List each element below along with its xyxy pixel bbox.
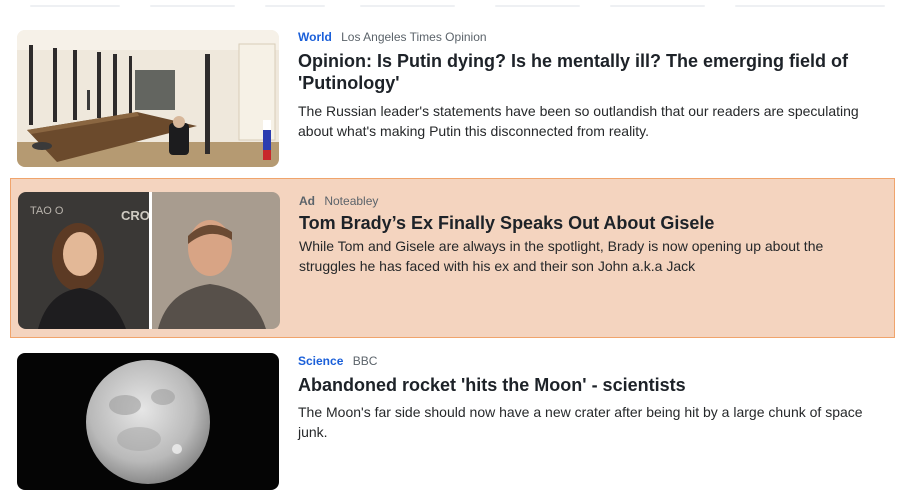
ad-headline[interactable]: Tom Brady’s Ex Finally Speaks Out About …: [299, 212, 859, 234]
category-link[interactable]: World: [298, 30, 332, 44]
article-headline[interactable]: Opinion: Is Putin dying? Is he mentally …: [298, 50, 858, 94]
news-item-putin[interactable]: World Los Angeles Times Opinion Opinion:…: [10, 24, 895, 174]
moon-image: [17, 353, 279, 490]
portraits-image: TAO O CROW: [18, 192, 280, 329]
source-label: Noteabley: [324, 194, 379, 208]
ad-thumbnail[interactable]: TAO O CROW: [18, 192, 280, 329]
divider: [735, 5, 885, 7]
ad-label: Ad: [299, 194, 315, 208]
divider: [360, 5, 455, 7]
article-thumbnail[interactable]: [17, 30, 279, 167]
article-meta: World Los Angeles Times Opinion: [298, 30, 487, 44]
article-meta: Science BBC: [298, 354, 377, 368]
divider: [265, 5, 325, 7]
article-thumbnail[interactable]: [17, 353, 279, 490]
source-label: BBC: [352, 354, 378, 368]
article-summary: The Moon's far side should now have a ne…: [298, 404, 863, 440]
divider: [495, 5, 580, 7]
news-item-moon[interactable]: Science BBC Abandoned rocket 'hits the M…: [10, 346, 895, 496]
source-label: Los Angeles Times Opinion: [341, 30, 487, 44]
category-link[interactable]: Science: [298, 354, 343, 368]
ad-summary: While Tom and Gisele are always in the s…: [299, 238, 824, 274]
backdrop-text: TAO O: [30, 205, 64, 217]
divider: [150, 5, 235, 7]
divider: [610, 5, 705, 7]
ad-item[interactable]: TAO O CROW Ad Noteabley Tom Brady’s Ex F…: [10, 178, 895, 338]
article-summary: The Russian leader's statements have bee…: [298, 103, 859, 139]
article-headline[interactable]: Abandoned rocket 'hits the Moon' - scien…: [298, 374, 858, 396]
ad-meta: Ad Noteabley: [299, 194, 378, 208]
divider: [30, 5, 120, 7]
putin-room-image: [17, 30, 279, 167]
previous-row-remnant: [0, 0, 920, 12]
